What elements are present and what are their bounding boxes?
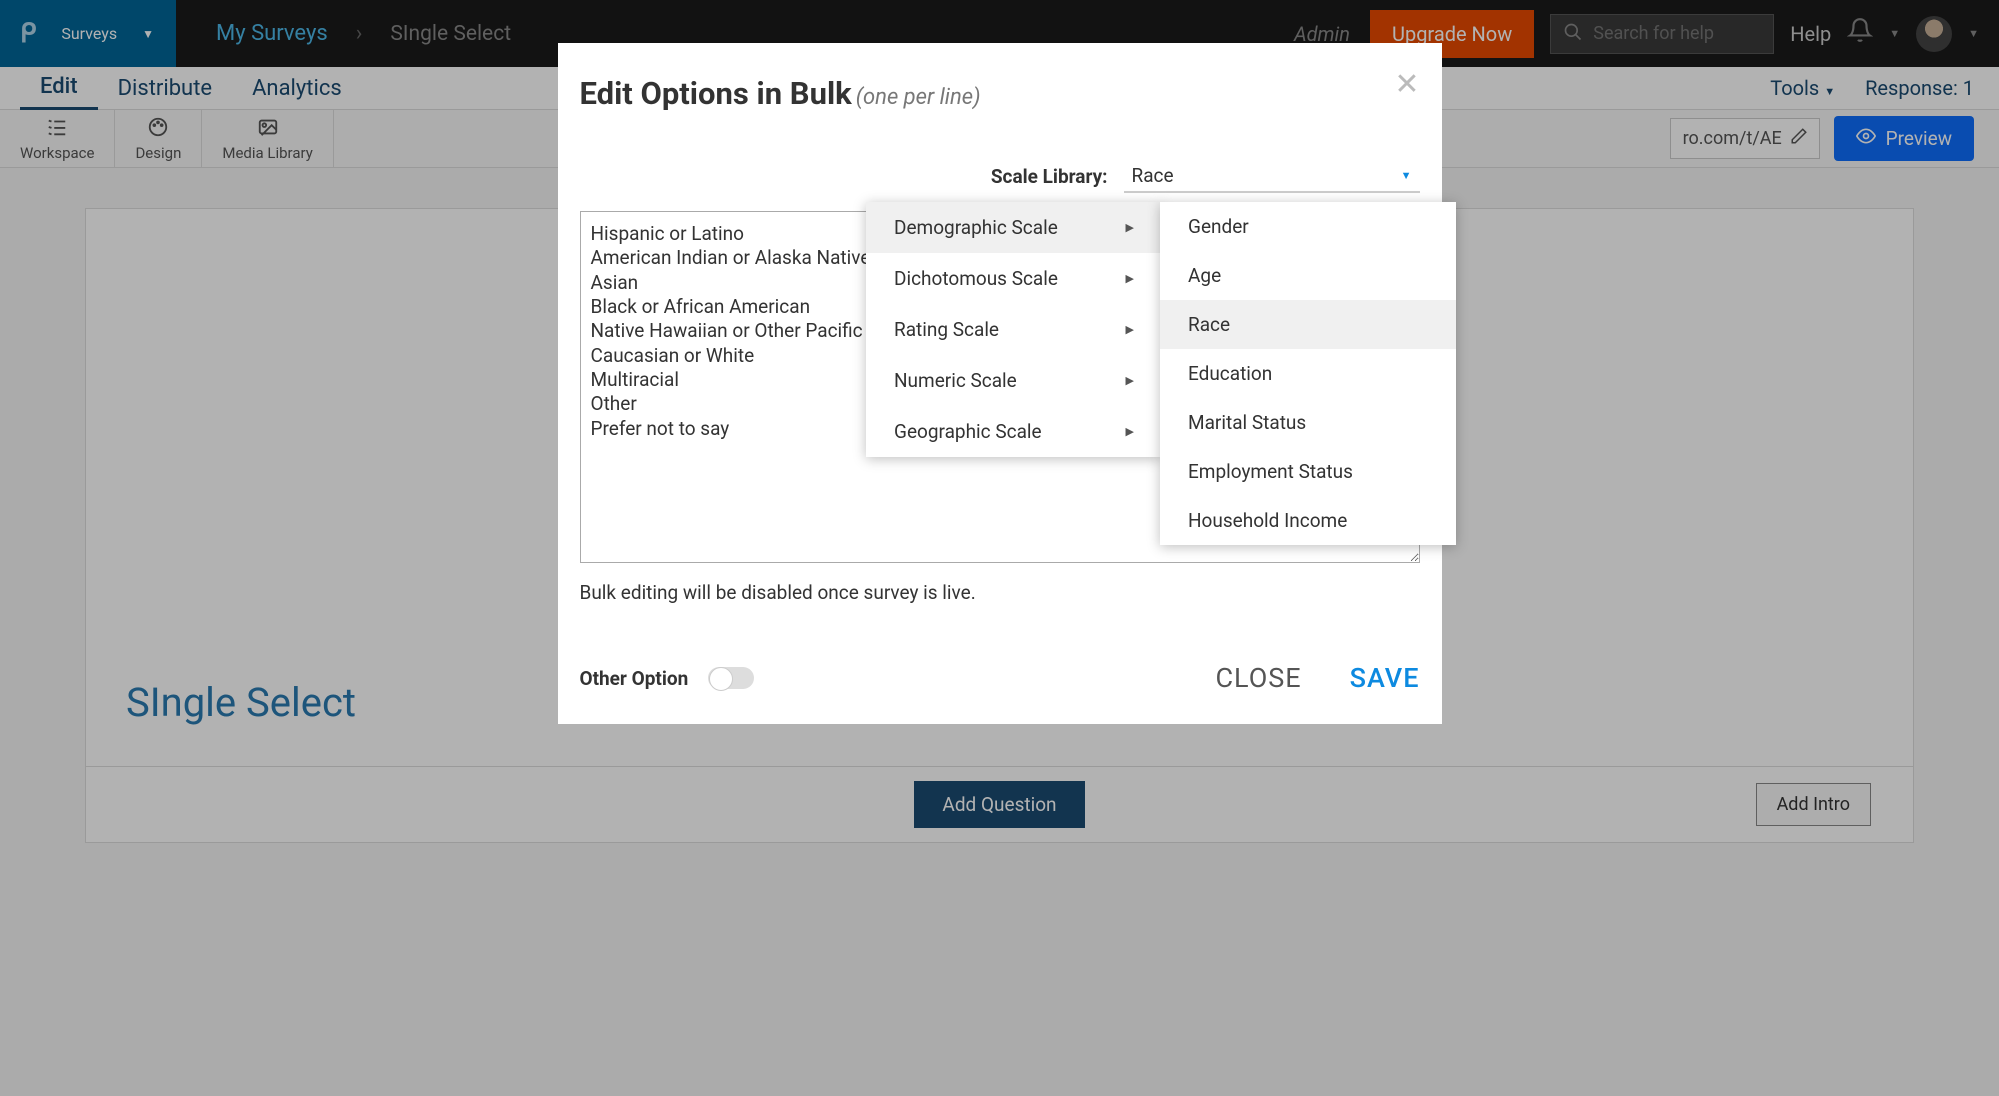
scale-library-label: Scale Library: <box>991 165 1108 188</box>
chevron-right-icon: ▶ <box>1126 374 1134 387</box>
chevron-right-icon: ▶ <box>1126 425 1134 438</box>
submenu-marital[interactable]: Marital Status <box>1160 398 1456 447</box>
chevron-down-icon: ▼ <box>1401 169 1412 182</box>
demographic-submenu: Gender Age Race Education Marital Status… <box>1160 202 1456 545</box>
submenu-education[interactable]: Education <box>1160 349 1456 398</box>
scale-item-rating[interactable]: Rating Scale ▶ <box>866 304 1162 355</box>
submenu-income[interactable]: Household Income <box>1160 496 1456 545</box>
scale-library-select[interactable]: Race ▼ <box>1124 160 1420 193</box>
modal-overlay: ✕ Edit Options in Bulk (one per line) Sc… <box>0 0 1999 1096</box>
submenu-gender[interactable]: Gender <box>1160 202 1456 251</box>
scale-item-numeric[interactable]: Numeric Scale ▶ <box>866 355 1162 406</box>
chevron-right-icon: ▶ <box>1126 323 1134 336</box>
close-button[interactable]: CLOSE <box>1215 662 1301 694</box>
chevron-right-icon: ▶ <box>1126 221 1134 234</box>
scale-dropdown-menu: Demographic Scale ▶ Dichotomous Scale ▶ … <box>866 202 1162 457</box>
modal-subtitle: (one per line) <box>856 85 981 110</box>
other-option-toggle[interactable] <box>708 667 754 689</box>
save-button[interactable]: SAVE <box>1350 662 1420 694</box>
submenu-employment[interactable]: Employment Status <box>1160 447 1456 496</box>
scale-item-geographic[interactable]: Geographic Scale ▶ <box>866 406 1162 457</box>
close-icon[interactable]: ✕ <box>1394 67 1419 102</box>
scale-item-dichotomous[interactable]: Dichotomous Scale ▶ <box>866 253 1162 304</box>
submenu-race[interactable]: Race <box>1160 300 1456 349</box>
chevron-right-icon: ▶ <box>1126 272 1134 285</box>
submenu-age[interactable]: Age <box>1160 251 1456 300</box>
modal-title: Edit Options in Bulk <box>580 75 852 112</box>
disabled-note: Bulk editing will be disabled once surve… <box>580 581 1420 604</box>
scale-item-demographic[interactable]: Demographic Scale ▶ <box>866 202 1162 253</box>
other-option-label: Other Option <box>580 667 689 690</box>
